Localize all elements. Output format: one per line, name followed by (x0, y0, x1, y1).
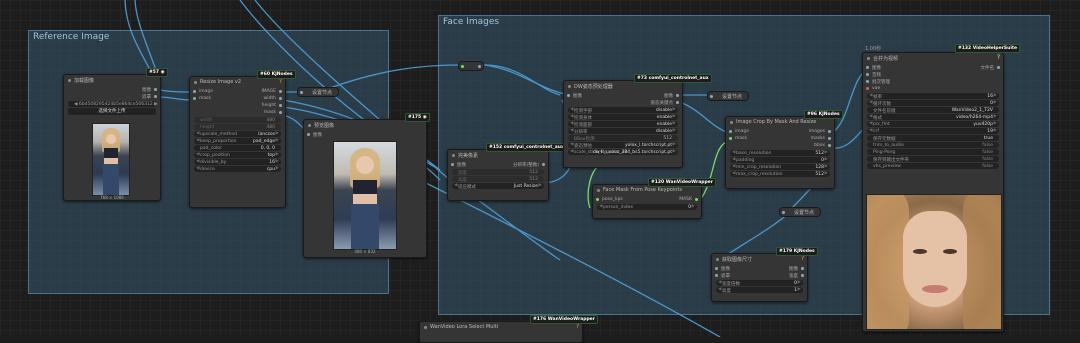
pixel-perfect-node[interactable]: 完美像素 图像 分辨率(整数) 宽度 512 高度 512 ◀ 适应模式 Just Res… (447, 143, 567, 201)
padding-stepper[interactable]: ◀ padding 0 ▶ (730, 157, 830, 163)
node-id-badge: #132 VideoHelperSuite (955, 44, 1021, 53)
dwpose-node[interactable]: DW姿态预处理器 图像 图像 姿态关键点 ◀ 检测手部 disable ▶ ◀ 检测身体 e… (563, 74, 712, 168)
help-icon[interactable]: ? (576, 323, 579, 330)
node-id-badge: #152 comfyui_controlnet_aux (486, 143, 567, 152)
frame-rate-stepper[interactable]: ◀ 帧率 16 ▶ (867, 93, 999, 100)
node-id-badge: #96 KJNodes (804, 110, 843, 119)
video-combine-node[interactable]: 1.00秒 合并为视频 ? 图像 文件名 音频 批次管理 vae ◀ 帧率 16 ▶ ◀… (862, 44, 1021, 332)
save-output-toggle[interactable]: 保存到输出文件夹 false (867, 156, 999, 163)
node-id-badge: #60 KJNodes (257, 70, 296, 79)
resize-image-node[interactable]: Resize Image v2 ? image IMAGE mask width h… (189, 70, 296, 208)
loop-count-stepper[interactable]: ◀ 循环次数 0 ▶ (867, 100, 999, 107)
ghost-width[interactable]: width 480 (194, 117, 281, 123)
node-title: 获取图像尺寸 (722, 257, 753, 263)
reroute-dot[interactable] (458, 61, 484, 71)
resize-mode-select[interactable]: ◀ 适应模式 Just Resize ▶ (452, 183, 544, 190)
node-id-badge: #57 ◉ (146, 68, 168, 77)
max-crop-resolution-stepper[interactable]: ◀ max_crop_resolution 512 ▶ (730, 171, 830, 177)
bbox-detector-select[interactable]: BBox检测 512 (568, 135, 678, 142)
vhs-preview-toggle[interactable]: vhs_preview false (867, 163, 999, 169)
node-header[interactable]: 合并为视频 ? (863, 53, 1003, 64)
node-title: Image Crop By Mask And Resize (736, 119, 817, 125)
node-title: DW姿态预处理器 (574, 84, 613, 90)
load-image-node[interactable]: 加载图像 图像 遮罩 ◀ 6bd508295424b5e864ce506312 … (63, 68, 168, 201)
set-node-reroute[interactable]: 设置节点 (297, 87, 339, 97)
image-file-select[interactable]: ◀ 6bd508295424b5e864ce506312 ▶ (68, 101, 158, 107)
node-title: Resize Image v2 (200, 79, 241, 85)
divisible-by-stepper[interactable]: ◀ divisible_by 16 ▶ (194, 159, 281, 165)
output-mask[interactable]: 遮罩 (64, 93, 160, 100)
preview-size-caption: 480 × 832 (354, 249, 376, 254)
duration-note: 1.00秒 (865, 46, 882, 52)
node-title: 完美像素 (458, 153, 479, 159)
reference-photo (92, 123, 130, 196)
node-id-badge: #176 WanVideoWrapper (530, 315, 598, 324)
crf-stepper[interactable]: ◀ crf 19 ▶ (867, 128, 999, 134)
node-header[interactable]: 加载图像 (64, 75, 160, 86)
pix-fmt-select[interactable]: ◀ pix_fmt yuv420p ▶ (867, 121, 999, 127)
node-id-badge: #120 WanVideoWrapper (648, 178, 716, 187)
image-size-caption: 768 × 1086 (100, 195, 124, 200)
format-select[interactable]: ◀ 格式 video/h264-mp4 ▶ (867, 114, 999, 121)
lora-select-node[interactable]: WanVideo Lora Select Multi ? #176 WanVid… (419, 315, 598, 343)
upload-button[interactable]: 选择文件上传 (68, 108, 156, 115)
face-mask-node[interactable]: Face Mask From Pose Keypoints pose_kps MA… (592, 178, 716, 219)
face-video-preview (866, 194, 1002, 330)
output-image[interactable]: 图像 (64, 86, 160, 93)
set-node-reroute[interactable]: 设置节点 (707, 91, 749, 101)
person-index-stepper[interactable]: ◀ person_index 0 ▶ (597, 204, 697, 210)
node-title: Face Mask From Pose Keypoints (603, 187, 682, 193)
base-resolution-stepper[interactable]: ◀ base_resolution 512 ▶ (730, 150, 830, 156)
image-crop-node[interactable]: Image Crop By Mask And Resize image image… (725, 110, 843, 189)
pad-color-field[interactable]: pad_color 0, 0, 0 (194, 145, 281, 151)
scale-stick-toggle[interactable]: ◀ scale_stick_for_xinsr_cn dw-ll_ucoco_384… (568, 149, 678, 155)
node-title: 合并为视频 (873, 56, 899, 62)
pose-estimator-select[interactable]: ◀ 姿态预估 yolox_l.torchscript.pt ▶ (568, 142, 678, 149)
help-icon[interactable]: ? (997, 54, 1000, 61)
set-node-reroute[interactable]: 设置节点 (779, 207, 821, 217)
node-title: WanVideo Lora Select Multi (430, 324, 499, 330)
detect-face-toggle[interactable]: ◀ 检测面部 enable ▶ (568, 121, 678, 128)
detect-body-toggle[interactable]: ◀ 检测身体 enable ▶ (568, 114, 678, 121)
ping-pong-toggle[interactable]: Ping-Pong false (867, 149, 999, 155)
save-metadata-toggle[interactable]: 保存元数据 true (867, 135, 999, 142)
ghost-height[interactable]: height 480 (194, 124, 281, 130)
min-crop-resolution-stepper[interactable]: ◀ min_crop_resolution 128 ▶ (730, 164, 830, 170)
node-title: 预览图像 (314, 123, 335, 129)
device-select[interactable]: ◀ device cpu ▶ (194, 166, 281, 172)
trim-to-audio-toggle[interactable]: trim_to_audio false (867, 142, 999, 148)
preview-photo (333, 141, 397, 250)
resolution-field[interactable]: ◀ 分辨率 disable ▶ (568, 128, 678, 135)
crop-position-select[interactable]: ◀ crop_position top ▶ (194, 152, 281, 158)
node-id-badge: #73 comfyui_controlnet_aux (634, 74, 712, 83)
filename-prefix-field[interactable]: 文件名前缀 WanVideo2_1_T2V (867, 107, 999, 114)
get-image-size-node[interactable]: 获取图像尺寸 ? 图像 图像 遮罩 宽度 ◀ 宽度倍数 0 ▶ ◀ 高度 1 ▶ #179 KJ… (711, 247, 818, 302)
keep-proportion-select[interactable]: ◀ keep_proportion pad_edge ▶ (194, 138, 281, 144)
node-title: 加载图像 (74, 78, 95, 84)
node-id-badge: #175 ◉ (405, 113, 430, 122)
help-icon[interactable]: ? (279, 78, 282, 85)
detect-hand-toggle[interactable]: ◀ 检测手部 disable ▶ (568, 107, 678, 114)
upscale-method-select[interactable]: ◀ upscale_method lanczos ▶ (194, 131, 281, 137)
preview-image-node[interactable]: 预览图像 图像 480 × 832 #175 ◉ (303, 113, 430, 258)
node-id-badge: #179 KJNodes (776, 247, 818, 256)
help-icon[interactable]: ? (801, 255, 804, 262)
collapse-dot[interactable] (68, 79, 71, 82)
